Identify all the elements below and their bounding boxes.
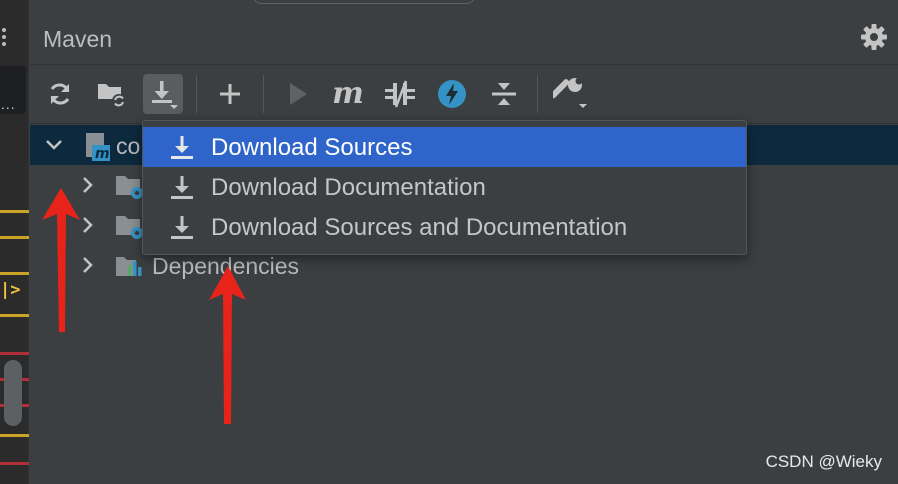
menu-item-label: Download Documentation: [211, 174, 486, 201]
download-icon: [171, 176, 193, 199]
gutter-marker: [0, 236, 29, 239]
top-tab-edge: [253, 0, 475, 4]
annotation-arrow: [209, 266, 246, 424]
gutter-marker: [0, 272, 29, 275]
generate-sources-icon[interactable]: [92, 74, 132, 114]
gutter-marker: [0, 314, 29, 317]
download-icon: [171, 136, 193, 159]
gutter-marker: [0, 210, 29, 213]
menu-item-label: Download Sources and Documentation: [211, 214, 628, 241]
gutter-marker: [0, 434, 29, 437]
toolbar-separator: [537, 75, 538, 113]
menu-item-download-sources[interactable]: Download Sources: [143, 127, 746, 167]
more-options-icon[interactable]: [0, 26, 10, 49]
watermark: CSDN @Wieky: [765, 452, 882, 471]
download-icon[interactable]: [143, 74, 183, 114]
plugins-folder-icon: [114, 211, 144, 241]
download-icon: [171, 216, 193, 239]
toolbar-separator: [263, 75, 264, 113]
download-dropdown-menu: Download Sources Download Documentation …: [142, 120, 747, 255]
run-icon[interactable]: [277, 74, 317, 114]
gear-icon[interactable]: [860, 23, 888, 51]
side-tab[interactable]: ...: [0, 66, 26, 114]
dependencies-icon: [114, 251, 144, 281]
tree-item-label: co: [116, 133, 141, 159]
svg-text:m: m: [95, 146, 110, 162]
maven-module-icon: m: [82, 131, 112, 162]
add-icon[interactable]: [210, 74, 250, 114]
chevron-down-icon[interactable]: [44, 135, 64, 155]
lifecycle-folder-icon: [114, 171, 144, 201]
menu-item-label: Download Sources: [211, 134, 413, 161]
reload-all-icon[interactable]: [40, 74, 80, 114]
menu-item-download-sources-and-documentation[interactable]: Download Sources and Documentation: [143, 207, 746, 247]
gutter-marker: [0, 352, 29, 355]
skip-tests-icon[interactable]: [432, 74, 472, 114]
maven-panel-header: Maven: [30, 14, 898, 64]
fold-marker-icon: |>: [0, 280, 21, 300]
menu-item-download-documentation[interactable]: Download Documentation: [143, 167, 746, 207]
panel-title: Maven: [43, 26, 113, 52]
maven-toolbar: m: [30, 64, 898, 124]
gutter-marker: [0, 462, 29, 465]
scrollbar-thumb[interactable]: [4, 360, 22, 426]
collapse-all-icon[interactable]: [484, 74, 524, 114]
editor-gutter-strip: ... |>: [0, 0, 29, 484]
toolbar-separator: [196, 75, 197, 113]
annotation-arrow: [42, 188, 80, 332]
build-tools-settings-icon[interactable]: [551, 74, 591, 114]
toggle-offline-icon[interactable]: [380, 74, 420, 114]
maven-goal-icon[interactable]: m: [328, 74, 368, 114]
